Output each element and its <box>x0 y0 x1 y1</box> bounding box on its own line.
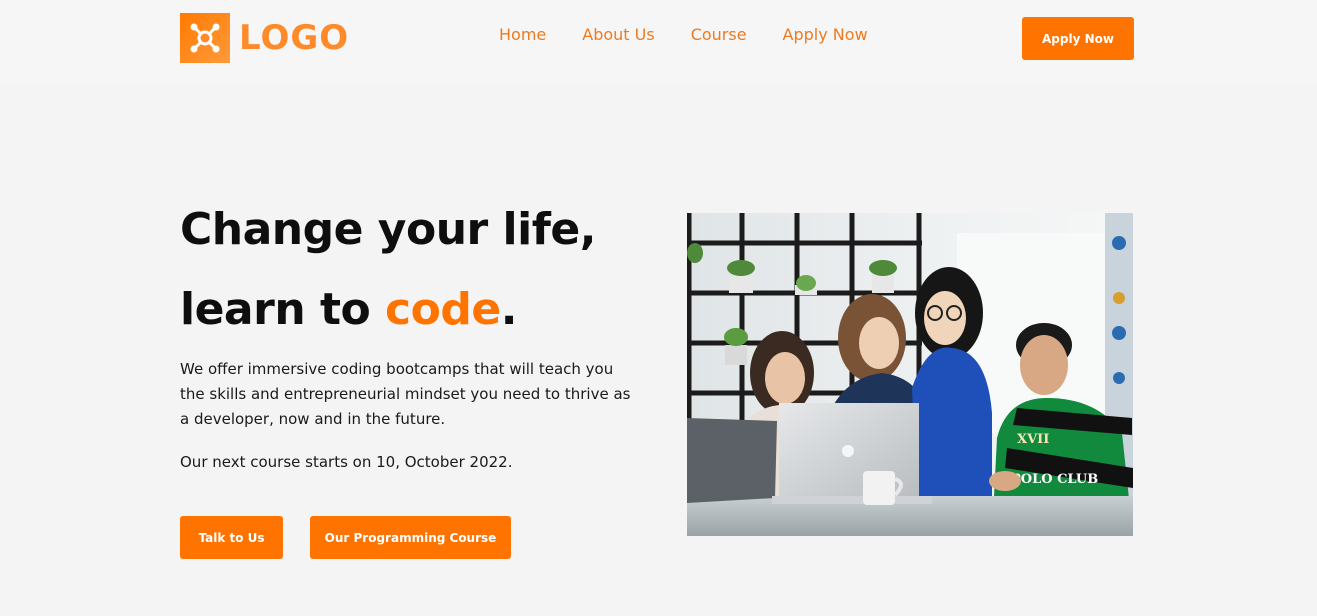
talk-to-us-button[interactable]: Talk to Us <box>180 516 283 559</box>
shirt-text-2: POLO CLUB <box>1011 472 1098 487</box>
next-course-text: Our next course starts on 10, October 20… <box>180 453 513 471</box>
nav-about-us[interactable]: About Us <box>582 25 654 45</box>
programming-course-button[interactable]: Our Programming Course <box>310 516 511 559</box>
apply-now-button[interactable]: Apply Now <box>1022 17 1134 60</box>
hero-title: Change your life, learn to code. <box>180 190 596 350</box>
hero-description: We offer immersive coding bootcamps that… <box>180 360 631 428</box>
nav-home[interactable]: Home <box>499 25 546 45</box>
hero-title-line1: Change your life, <box>180 204 596 255</box>
logo-network-icon <box>180 13 230 63</box>
nav-course[interactable]: Course <box>691 25 747 45</box>
site-header: LOGO Home About Us Course Apply Now Appl… <box>0 0 1317 84</box>
main-nav: Home About Us Course Apply Now <box>499 25 868 45</box>
logo-link[interactable]: LOGO <box>180 13 349 63</box>
hero-title-line2-suffix: . <box>500 284 518 335</box>
team-photo: XVII POLO CLUB <box>687 213 1133 536</box>
nav-apply-now[interactable]: Apply Now <box>783 25 868 45</box>
hero-title-line2-prefix: learn to <box>180 284 386 335</box>
logo-text: LOGO <box>239 18 350 58</box>
shirt-text-1: XVII <box>1017 432 1049 447</box>
hero-title-accent: code <box>385 284 501 335</box>
